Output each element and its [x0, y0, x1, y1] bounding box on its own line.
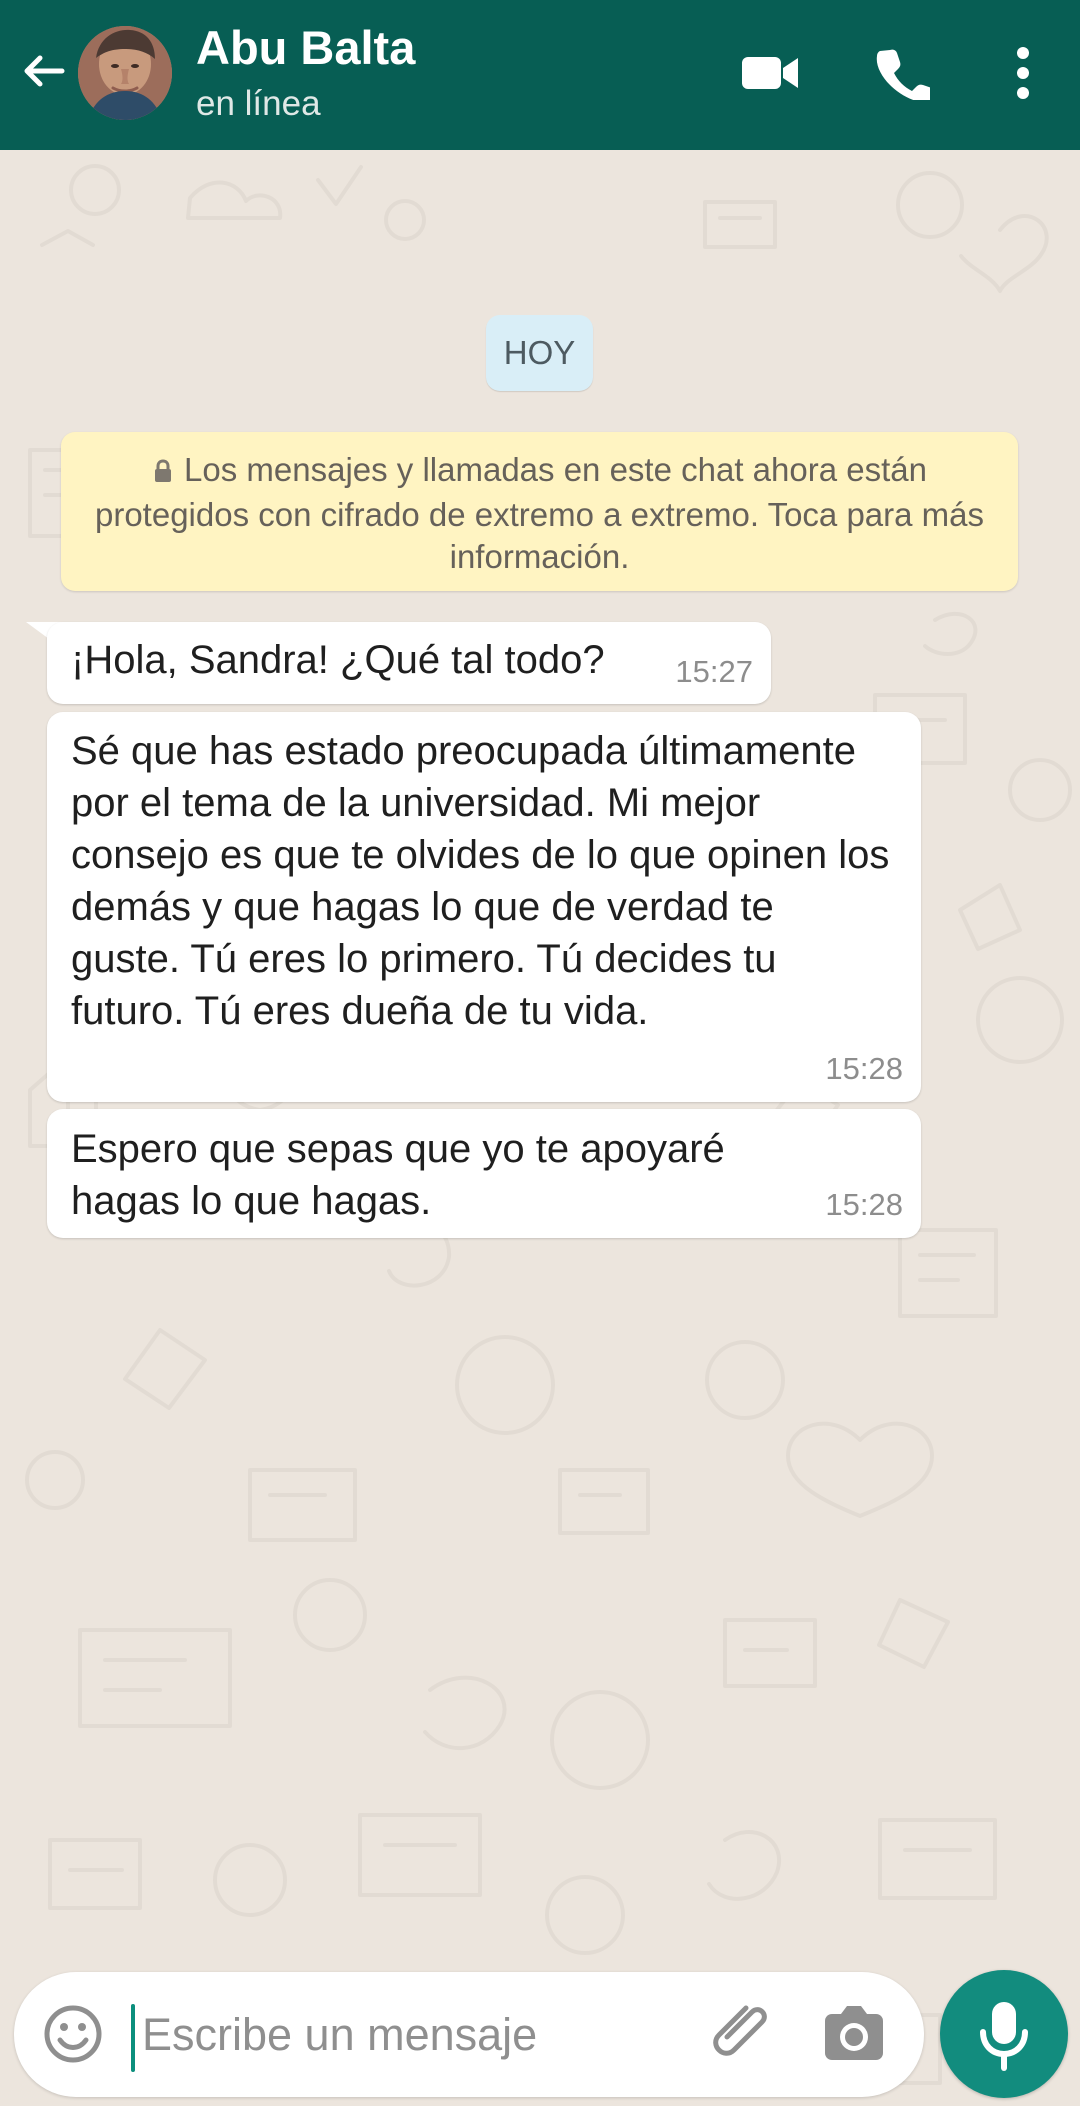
emoji-icon	[44, 2005, 102, 2063]
profile-photo-icon	[78, 26, 172, 120]
message-text: ¡Hola, Sandra! ¿Qué tal todo?	[71, 638, 605, 682]
lock-icon	[152, 452, 174, 494]
camera-icon	[825, 2006, 883, 2060]
chat-header: Abu Balta en línea	[0, 0, 1080, 150]
message-bubble[interactable]: Sé que has estado preocupada últimamente…	[47, 712, 921, 1102]
contact-name[interactable]: Abu Balta	[196, 22, 415, 74]
emoji-button[interactable]	[42, 2003, 104, 2065]
attach-button[interactable]	[704, 1997, 776, 2069]
date-chip: HOY	[486, 315, 593, 391]
phone-icon	[876, 49, 930, 100]
encryption-notice[interactable]: Los mensajes y llamadas en este chat aho…	[61, 432, 1018, 591]
message-text: Espero que sepas que yo te apoyaré hagas…	[71, 1127, 725, 1223]
encryption-notice-text: Los mensajes y llamadas en este chat aho…	[94, 451, 985, 575]
message-text: Sé que has estado preocupada últimamente…	[71, 729, 890, 1033]
message-bubble[interactable]: ¡Hola, Sandra! ¿Qué tal todo? 15:27	[47, 622, 771, 704]
back-button[interactable]	[18, 45, 70, 97]
microphone-button[interactable]	[940, 1970, 1068, 2098]
more-options-icon	[1017, 47, 1029, 99]
message-time: 15:27	[675, 654, 753, 689]
back-arrow-icon	[24, 55, 65, 87]
message-time: 15:28	[825, 1187, 903, 1222]
message-input[interactable]	[142, 2000, 702, 2070]
message-bubble[interactable]: Espero que sepas que yo te apoyaré hagas…	[47, 1109, 921, 1238]
contact-status: en línea	[196, 84, 321, 123]
paperclip-icon	[713, 2005, 767, 2056]
voice-call-button[interactable]	[870, 40, 936, 106]
message-composer[interactable]	[14, 1972, 924, 2097]
video-call-button[interactable]	[738, 40, 804, 106]
microphone-icon	[980, 2002, 1028, 2071]
camera-button[interactable]	[819, 2002, 889, 2064]
message-time: 15:28	[825, 1051, 903, 1086]
chat-area[interactable]: HOY Los mensajes y llamadas en este chat…	[0, 150, 1080, 2106]
video-camera-icon	[742, 57, 798, 89]
contact-avatar[interactable]	[78, 26, 172, 120]
more-options-button[interactable]	[990, 40, 1056, 106]
text-cursor	[131, 2004, 135, 2072]
